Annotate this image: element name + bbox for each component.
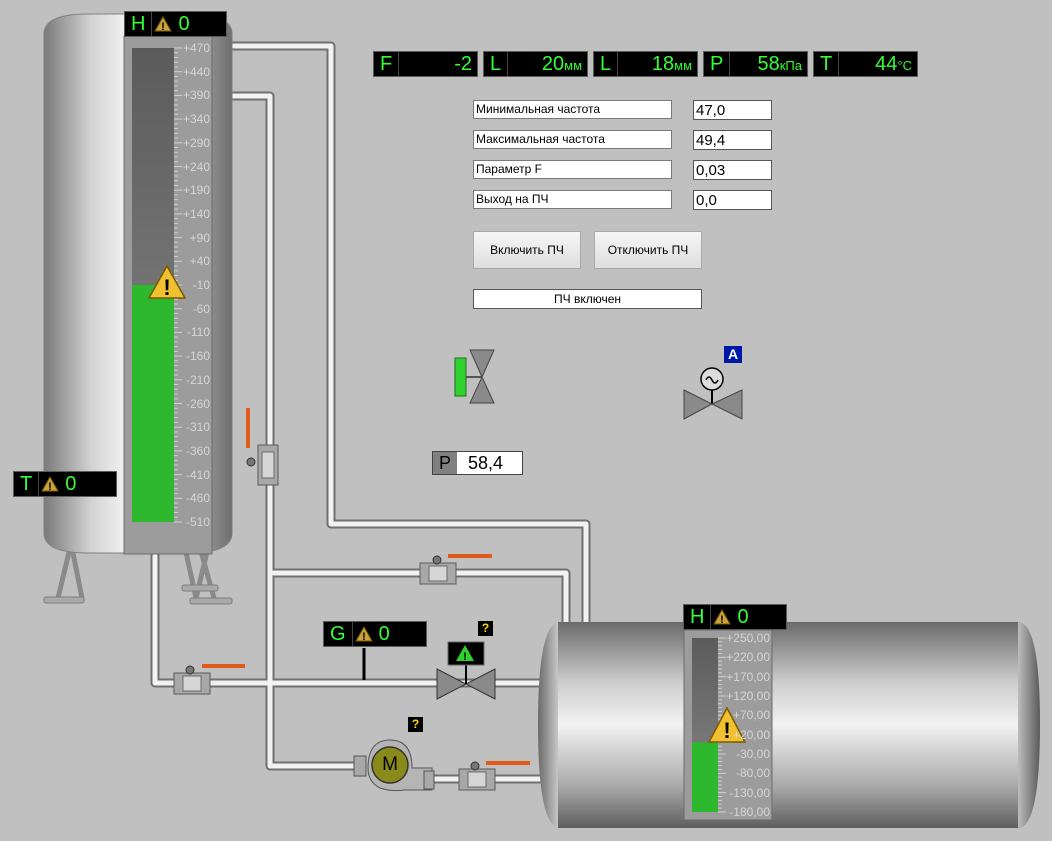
shutoff-valve[interactable] xyxy=(454,349,495,404)
scale-label: -210 xyxy=(185,372,210,387)
regulating-valve[interactable] xyxy=(683,367,743,420)
scale-label: +90 xyxy=(189,230,210,245)
scale-label: -80,00 xyxy=(735,766,770,781)
scale-label: -60 xyxy=(192,301,210,316)
indicator-tag: G xyxy=(324,622,353,646)
scale-label: +220,00 xyxy=(726,650,770,665)
temperature-indicator: T 44°C xyxy=(813,51,918,77)
indicator-value: -2 xyxy=(454,53,472,75)
scale-label: -310 xyxy=(185,420,210,435)
svg-text:!: ! xyxy=(463,651,467,663)
pump-motor-label: M xyxy=(382,754,398,775)
param-value-min-frequency[interactable]: 47,0 xyxy=(693,100,772,120)
param-label-min-frequency: Минимальная частота xyxy=(473,100,672,119)
process-mimic: ! ! ! xyxy=(43,13,1040,828)
indicator-value: 0 xyxy=(737,606,749,628)
param-label-f: Параметр F xyxy=(473,160,672,179)
vfd-status-field: ПЧ включен xyxy=(473,289,702,309)
svg-text:!: ! xyxy=(362,631,366,642)
param-value-output[interactable]: 0,0 xyxy=(693,190,772,210)
stop-vfd-button[interactable]: Отключить ПЧ xyxy=(594,231,702,269)
control-valve[interactable]: ! xyxy=(362,641,496,700)
tank-level-fill xyxy=(132,285,174,522)
pressure-value: 58,4 xyxy=(457,452,522,474)
scale-label: +440 xyxy=(182,64,210,79)
scale-label: -130,00 xyxy=(729,785,770,800)
scale-label: -510 xyxy=(185,515,210,529)
indicator-value: 0 xyxy=(65,473,77,495)
pressure-readout: P 58,4 xyxy=(432,451,523,475)
warning-icon: ! xyxy=(353,622,375,646)
horizontal-tank: ! xyxy=(538,622,1040,828)
svg-text:!: ! xyxy=(721,614,725,625)
scale-label: +40 xyxy=(189,254,210,269)
tank2-level-indicator: H ! 0 xyxy=(683,604,787,630)
frequency-indicator: F -2 xyxy=(373,51,478,77)
param-label-output: Выход на ПЧ xyxy=(473,190,672,209)
scale-label: +20,00 xyxy=(732,727,770,742)
scale-label: +250,00 xyxy=(726,631,770,645)
scale-label: +390 xyxy=(182,88,210,103)
indicator-tag: L xyxy=(594,52,619,76)
svg-text:!: ! xyxy=(48,481,52,492)
indicator-value: 0 xyxy=(178,13,190,35)
flow-indicator: G ! 0 xyxy=(323,621,427,647)
scale-label: -110 xyxy=(186,325,210,340)
indicator-tag: P xyxy=(704,52,731,76)
level2-indicator: L 18мм xyxy=(593,51,698,77)
param-value-max-frequency[interactable]: 49,4 xyxy=(693,130,772,150)
indicator-tag: T xyxy=(14,472,40,496)
start-vfd-button[interactable]: Включить ПЧ xyxy=(473,231,581,269)
question-icon[interactable]: ? xyxy=(478,621,493,636)
param-value-f[interactable]: 0,03 xyxy=(693,160,772,180)
indicator-value: 58кПа xyxy=(757,53,802,75)
scale-label: -180,00 xyxy=(729,805,770,819)
scale-label: +190 xyxy=(182,183,210,198)
warning-icon: ! xyxy=(152,12,174,36)
scale-label: +340 xyxy=(182,112,210,127)
tank-temperature-indicator: T ! 0 xyxy=(13,471,117,497)
scale-label: -460 xyxy=(185,491,210,506)
pressure-tag: P xyxy=(433,452,457,474)
tank-level-fill xyxy=(692,742,718,812)
scale-label: +140 xyxy=(182,206,210,221)
indicator-value: 18мм xyxy=(651,53,692,75)
auto-mode-badge[interactable]: A xyxy=(724,346,742,363)
scale-label: +170,00 xyxy=(726,669,770,684)
question-icon[interactable]: ? xyxy=(408,717,423,732)
scale-label: -410 xyxy=(185,467,210,482)
scale-label: -260 xyxy=(185,396,210,411)
scale-label: +240 xyxy=(182,159,210,174)
tank-level-indicator: H ! 0 xyxy=(124,11,227,37)
pressure-indicator: P 58кПа xyxy=(703,51,808,77)
scale-label: +290 xyxy=(182,135,210,150)
scale-label: -10 xyxy=(192,278,210,292)
indicator-tag: L xyxy=(484,52,509,76)
scale-label: +120,00 xyxy=(726,689,770,703)
indicator-tag: F xyxy=(374,52,400,76)
indicator-value: 20мм xyxy=(541,53,582,75)
scale-label: +70,00 xyxy=(732,708,770,723)
scale-label: -360 xyxy=(185,443,210,458)
scale-label: -160 xyxy=(185,349,210,364)
warning-icon: ! xyxy=(39,472,61,496)
indicator-value: 44°C xyxy=(875,53,912,75)
scale-label: -30,00 xyxy=(735,747,770,761)
scale-label: +470 xyxy=(182,41,210,55)
indicator-value: 0 xyxy=(378,623,390,645)
svg-text:!: ! xyxy=(163,275,170,300)
warning-icon: ! xyxy=(711,605,733,629)
param-label-max-frequency: Максимальная частота xyxy=(473,130,672,149)
indicator-tag: T xyxy=(814,52,840,76)
indicator-tag: H xyxy=(125,12,153,36)
svg-text:!: ! xyxy=(162,21,166,32)
level1-indicator: L 20мм xyxy=(483,51,588,77)
indicator-tag: H xyxy=(684,605,712,629)
